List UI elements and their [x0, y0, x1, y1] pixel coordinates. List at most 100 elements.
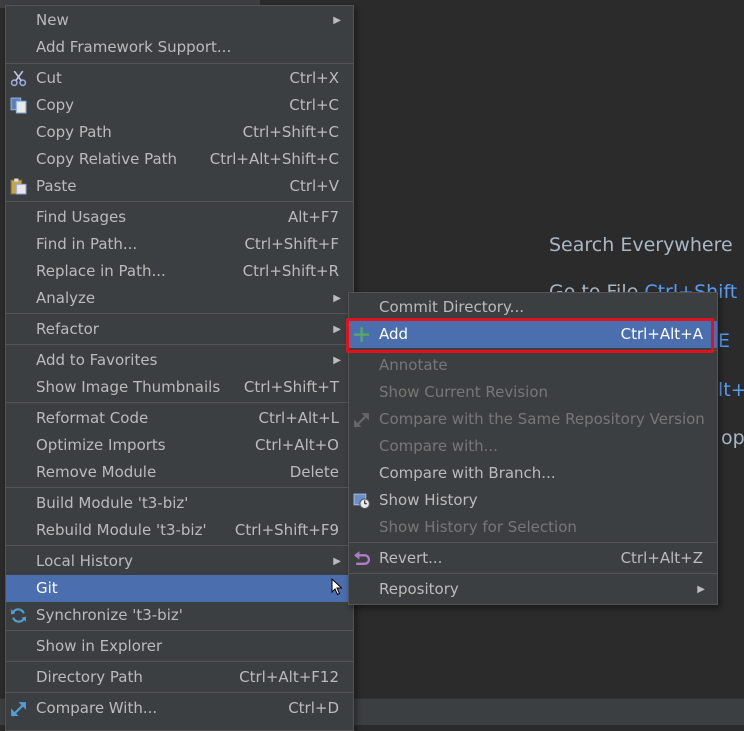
menu-item-show-in-explorer[interactable]: Show in Explorer: [6, 633, 353, 660]
git-item-compare-same-repository: Compare with the Same Repository Version: [349, 406, 717, 433]
menu-item-directory-path[interactable]: Directory Path Ctrl+Alt+F12: [6, 664, 353, 691]
menu-item-show-image-thumbnails-label: Show Image Thumbnails: [36, 378, 221, 396]
menu-item-copy-relative-path-shortcut: Ctrl+Alt+Shift+C: [209, 150, 339, 168]
copy-icon: [10, 97, 27, 114]
submenu-arrow-icon: ▶: [333, 324, 341, 335]
menu-item-cut[interactable]: Cut Ctrl+X: [6, 65, 353, 92]
compare-arrows-icon: [354, 413, 369, 428]
menu-item-git-label: Git: [36, 579, 58, 597]
menu-item-compare-with-label: Compare With...: [36, 699, 158, 717]
menu-item-directory-path-shortcut: Ctrl+Alt+F12: [239, 668, 339, 686]
menu-item-optimize-imports-label: Optimize Imports: [36, 436, 166, 454]
menu-separator: [6, 692, 353, 693]
git-item-revert[interactable]: Revert... Ctrl+Alt+Z: [349, 545, 717, 572]
menu-item-add-framework-label: Add Framework Support...: [36, 38, 232, 56]
git-item-compare-with: Compare with...: [349, 433, 717, 460]
menu-item-add-to-favorites-label: Add to Favorites: [36, 351, 158, 369]
paste-icon: [10, 178, 27, 195]
menu-item-local-history-label: Local History: [36, 552, 134, 570]
submenu-arrow-icon: ▶: [697, 584, 705, 595]
menu-item-replace-in-path[interactable]: Replace in Path... Ctrl+Shift+R: [6, 258, 353, 285]
menu-item-find-in-path-label: Find in Path...: [36, 235, 138, 253]
menu-item-copy-path[interactable]: Copy Path Ctrl+Shift+C: [6, 119, 353, 146]
menu-item-optimize-imports-shortcut: Ctrl+Alt+O: [255, 436, 339, 454]
menu-separator: [6, 313, 353, 314]
git-item-annotate: Annotate: [349, 352, 717, 379]
menu-item-refactor-label: Refactor: [36, 320, 99, 338]
menu-item-build-module-label: Build Module 't3-biz': [36, 494, 189, 512]
menu-item-remove-module-label: Remove Module: [36, 463, 157, 481]
menu-item-replace-in-path-label: Replace in Path...: [36, 262, 166, 280]
hint-fragment-op: op: [721, 427, 744, 449]
menu-item-rebuild-module[interactable]: Rebuild Module 't3-biz' Ctrl+Shift+F9: [6, 517, 353, 544]
git-item-show-current-revision-label: Show Current Revision: [379, 383, 549, 401]
menu-item-remove-module-shortcut: Delete: [289, 463, 339, 481]
menu-item-show-image-thumbnails-shortcut: Ctrl+Shift+T: [243, 378, 339, 396]
git-item-revert-label: Revert...: [379, 549, 443, 567]
menu-item-copy-label: Copy: [36, 96, 75, 114]
sync-icon: [11, 608, 26, 623]
git-item-compare-with-branch-label: Compare with Branch...: [379, 464, 556, 482]
menu-separator: [6, 545, 353, 546]
menu-item-synchronize-label: Synchronize 't3-biz': [36, 606, 183, 624]
submenu-arrow-icon: ▶: [333, 293, 341, 304]
menu-item-new-label: New: [36, 11, 69, 29]
git-item-revert-shortcut: Ctrl+Alt+Z: [620, 549, 703, 567]
menu-item-find-in-path[interactable]: Find in Path... Ctrl+Shift+F: [6, 231, 353, 258]
submenu-arrow-icon: ▶: [333, 556, 341, 567]
menu-item-replace-in-path-shortcut: Ctrl+Shift+R: [242, 262, 339, 280]
hint-fragment-op-text: op: [721, 427, 744, 449]
menu-item-find-usages-label: Find Usages: [36, 208, 127, 226]
menu-item-copy-path-label: Copy Path: [36, 123, 112, 141]
menu-item-optimize-imports[interactable]: Optimize Imports Ctrl+Alt+O: [6, 432, 353, 459]
menu-item-copy-relative-path[interactable]: Copy Relative Path Ctrl+Alt+Shift+C: [6, 146, 353, 173]
git-item-compare-with-label: Compare with...: [379, 437, 498, 455]
menu-item-find-in-path-shortcut: Ctrl+Shift+F: [244, 235, 339, 253]
menu-separator: [6, 344, 353, 345]
git-item-show-history[interactable]: Show History: [349, 487, 717, 514]
menu-item-reformat-code-shortcut: Ctrl+Alt+L: [258, 409, 340, 427]
menu-item-reformat-code-label: Reformat Code: [36, 409, 149, 427]
menu-item-add-to-favorites[interactable]: Add to Favorites ▶: [6, 347, 353, 374]
menu-item-copy[interactable]: Copy Ctrl+C: [6, 92, 353, 119]
hint-search-everywhere: Search Everywhere: [549, 234, 733, 256]
menu-item-analyze-label: Analyze: [36, 289, 96, 307]
git-item-commit-directory[interactable]: Commit Directory...: [349, 294, 717, 321]
menu-separator: [6, 201, 353, 202]
git-item-repository[interactable]: Repository ▶: [349, 576, 717, 603]
menu-item-compare-with[interactable]: Compare With... Ctrl+D: [6, 695, 353, 722]
menu-item-add-framework-support[interactable]: Add Framework Support...: [6, 34, 353, 61]
menu-item-find-usages[interactable]: Find Usages Alt+F7: [6, 204, 353, 231]
menu-item-copy-path-shortcut: Ctrl+Shift+C: [242, 123, 339, 141]
menu-item-build-module[interactable]: Build Module 't3-biz': [6, 490, 353, 517]
menu-item-git[interactable]: Git: [6, 575, 353, 602]
menu-item-rebuild-module-label: Rebuild Module 't3-biz': [36, 521, 207, 539]
git-item-show-current-revision: Show Current Revision: [349, 379, 717, 406]
menu-separator: [6, 487, 353, 488]
menu-item-refactor[interactable]: Refactor ▶: [6, 316, 353, 343]
menu-item-copy-relative-path-label: Copy Relative Path: [36, 150, 178, 168]
menu-item-cut-shortcut: Ctrl+X: [289, 69, 339, 87]
menu-separator: [6, 63, 353, 64]
hint-fragment-e: E: [718, 330, 730, 352]
menu-item-local-history[interactable]: Local History ▶: [6, 548, 353, 575]
menu-item-show-in-explorer-label: Show in Explorer: [36, 637, 163, 655]
menu-item-synchronize[interactable]: Synchronize 't3-biz': [6, 602, 353, 629]
hint-search-everywhere-label: Search Everywhere: [549, 234, 733, 256]
git-item-show-history-selection-label: Show History for Selection: [379, 518, 577, 536]
menu-item-new[interactable]: New ▶: [6, 7, 353, 34]
menu-item-copy-shortcut: Ctrl+C: [289, 96, 339, 114]
menu-separator: [349, 542, 717, 543]
menu-item-remove-module[interactable]: Remove Module Delete: [6, 459, 353, 486]
git-item-compare-with-branch[interactable]: Compare with Branch...: [349, 460, 717, 487]
menu-item-show-image-thumbnails[interactable]: Show Image Thumbnails Ctrl+Shift+T: [6, 374, 353, 401]
menu-separator: [6, 630, 353, 631]
git-item-commit-directory-label: Commit Directory...: [379, 298, 524, 316]
menu-item-paste[interactable]: Paste Ctrl+V: [6, 173, 353, 200]
git-item-annotate-label: Annotate: [379, 356, 448, 374]
menu-item-cut-label: Cut: [36, 69, 62, 87]
git-item-compare-same-repository-label: Compare with the Same Repository Version: [379, 410, 705, 428]
menu-item-analyze[interactable]: Analyze ▶: [6, 285, 353, 312]
menu-item-paste-shortcut: Ctrl+V: [289, 177, 339, 195]
menu-item-reformat-code[interactable]: Reformat Code Ctrl+Alt+L: [6, 405, 353, 432]
